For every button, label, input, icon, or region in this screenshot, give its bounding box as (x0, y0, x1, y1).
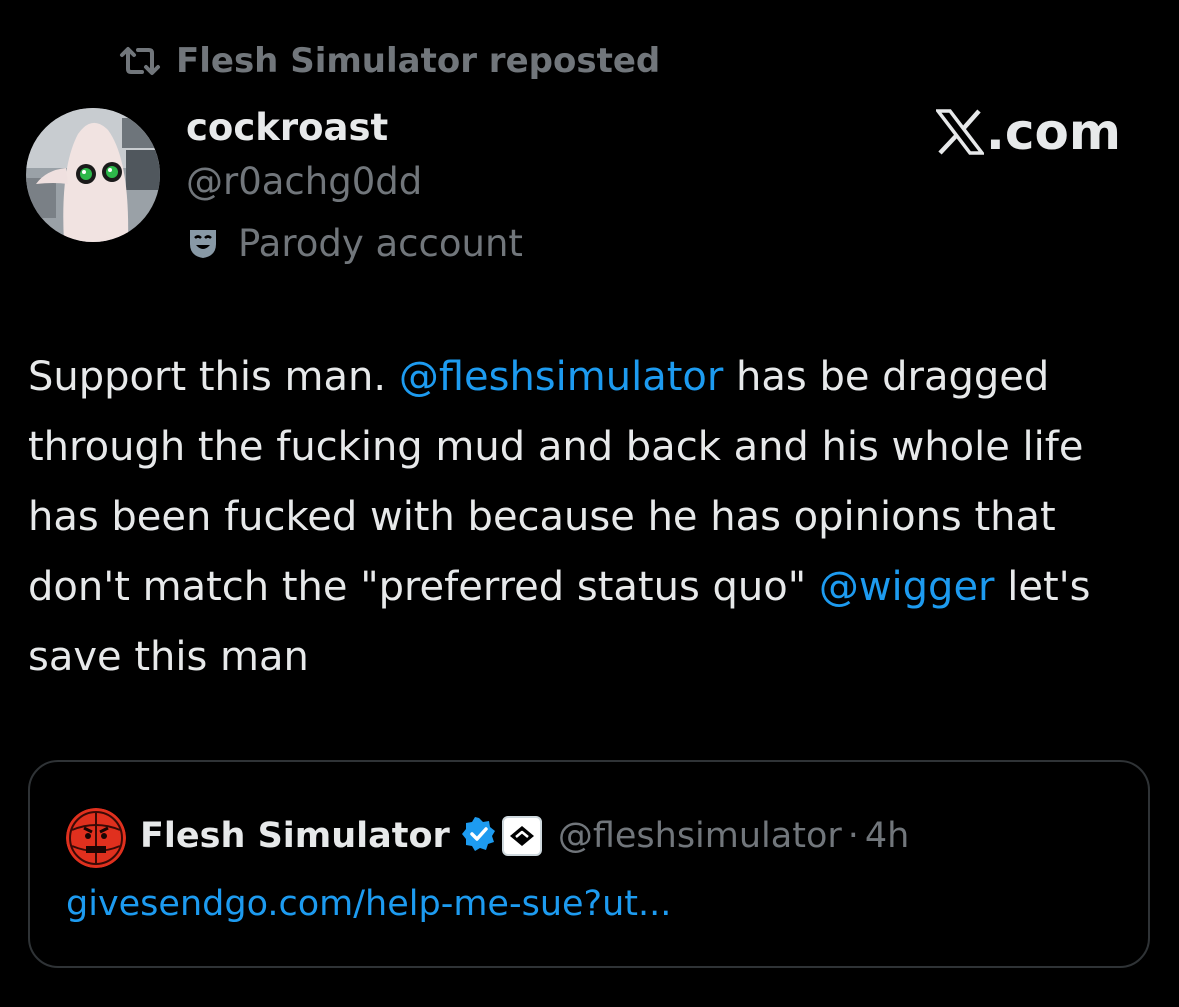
quoted-link[interactable]: givesendgo.com/help-me-sue?ut... (66, 880, 671, 928)
quoted-display-name[interactable]: Flesh Simulator (140, 816, 450, 856)
avatar[interactable] (26, 108, 160, 242)
mention-fleshsimulator[interactable]: @fleshsimulator (399, 354, 724, 400)
x-logo-icon (935, 109, 986, 155)
mention-wigger[interactable]: @wigger (819, 564, 995, 610)
tweet-text-segment: Support this man. (28, 354, 399, 400)
quoted-handle[interactable]: @fleshsimulator (558, 816, 842, 856)
brand-suffix: .com (985, 103, 1121, 161)
tweet-text: Support this man. @fleshsimulator has be… (28, 342, 1138, 692)
quoted-avatar[interactable] (66, 808, 126, 868)
author-handle[interactable]: @r0achg0dd (186, 158, 422, 206)
author-display-name[interactable]: cockroast (186, 104, 388, 152)
quoted-timestamp[interactable]: 4h (865, 816, 909, 856)
verified-badge-icon (461, 817, 496, 855)
quoted-tweet-card[interactable]: Flesh Simulator @fleshsimulator · 4h giv… (28, 760, 1150, 968)
quoted-header: Flesh Simulator @fleshsimulator · 4h (140, 806, 909, 866)
theater-mask-icon (186, 226, 220, 260)
parody-label-text: Parody account (238, 221, 523, 265)
x-com-brand: .com (935, 102, 1121, 162)
separator-dot: · (847, 816, 859, 856)
affiliate-badge-icon (501, 816, 542, 856)
parody-label: Parody account (186, 218, 523, 268)
repost-text: Flesh Simulator reposted (176, 41, 661, 81)
repost-indicator[interactable]: Flesh Simulator reposted (118, 38, 660, 84)
repost-icon (118, 45, 162, 77)
